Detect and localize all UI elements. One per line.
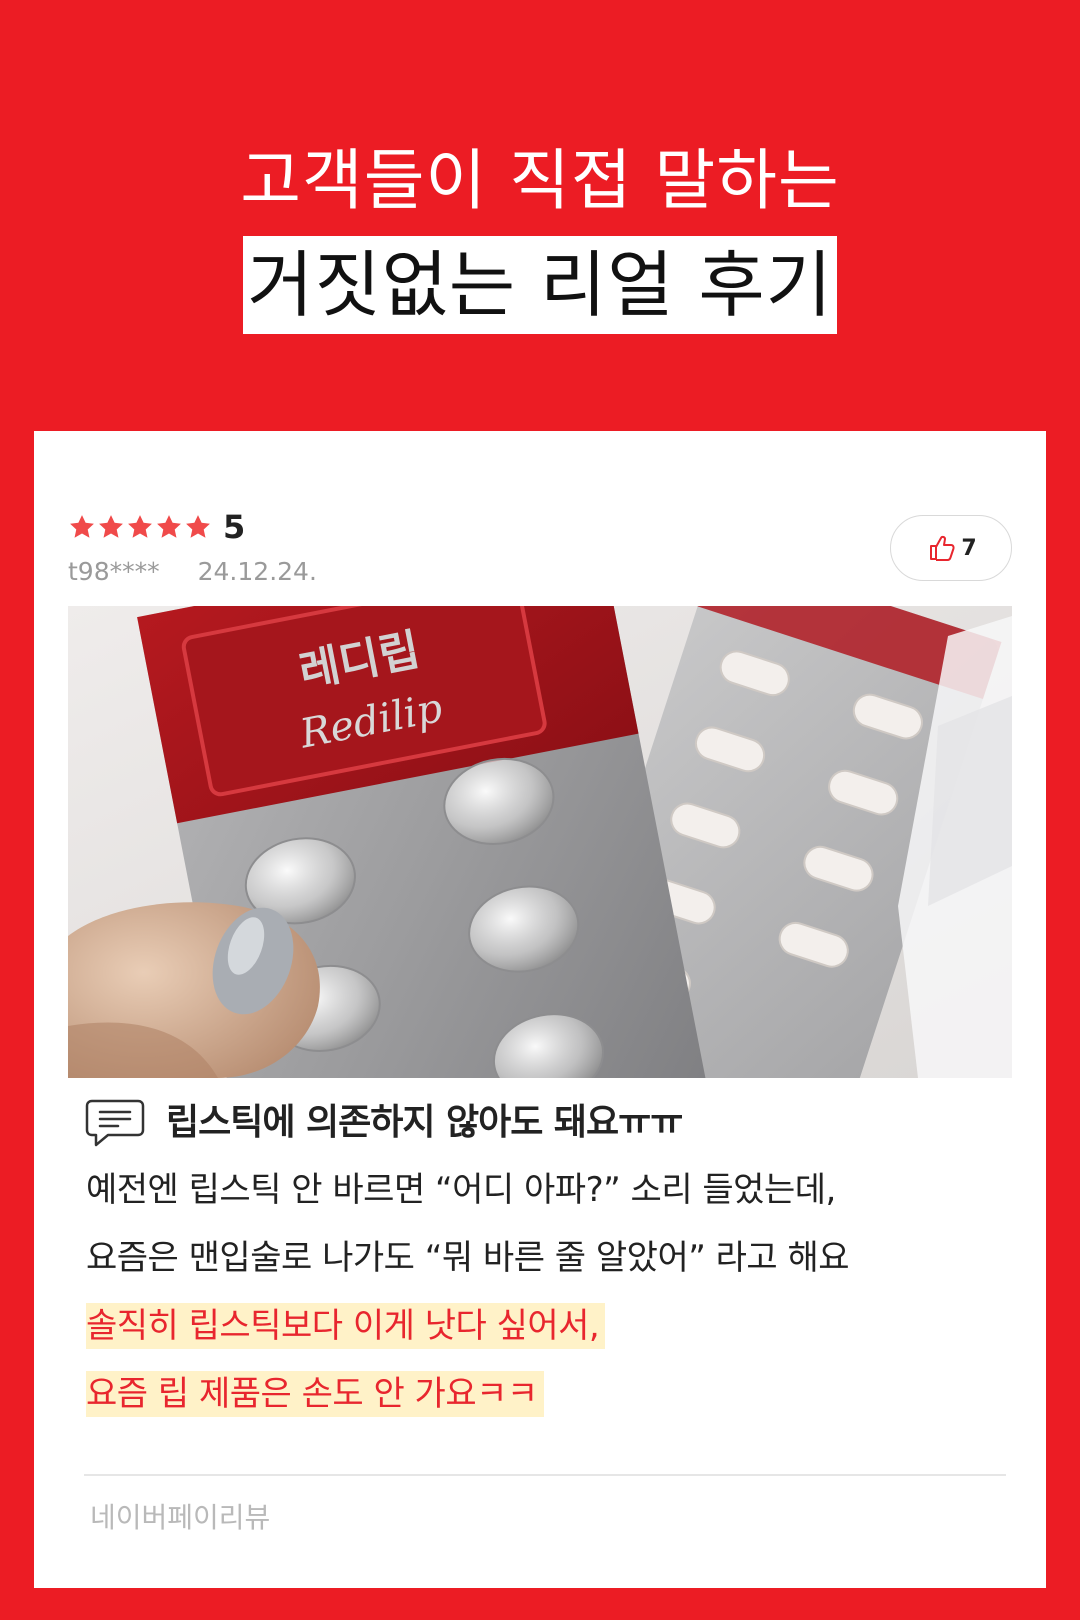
- thumbs-up-icon: [930, 535, 955, 561]
- review-title-row: 립스틱에 의존하지 않아도 돼요ㅠㅠ: [84, 1097, 683, 1149]
- star-icon: [128, 515, 152, 538]
- product-photo-illustration: 레디립 Redilip: [68, 606, 1012, 1078]
- star-icon: [157, 515, 181, 538]
- review-photo[interactable]: 레디립 Redilip: [68, 606, 1012, 1078]
- review-body-line: 요즘은 맨입술로 나가도 “뭐 바른 줄 알았어” 라고 해요: [86, 1238, 850, 1278]
- rating-row: 5: [68, 509, 245, 545]
- review-body-line: 예전엔 립스틱 안 바르면 “어디 아파?” 소리 들었는데,: [86, 1170, 836, 1210]
- like-count: 7: [961, 535, 977, 561]
- review-body: 예전엔 립스틱 안 바르면 “어디 아파?” 소리 들었는데, 요즘은 맨입술로…: [86, 1167, 986, 1439]
- review-highlight-line: 솔직히 립스틱보다 이게 낫다 싶어서,: [86, 1303, 606, 1349]
- review-meta: t98**** 24.12.24.: [68, 557, 317, 587]
- comment-icon: [85, 1099, 145, 1147]
- headline-line-2-wrap: 거짓없는 리얼 후기: [0, 236, 1080, 334]
- star-icon: [99, 515, 123, 538]
- review-source: 네이버페이리뷰: [90, 1501, 271, 1534]
- rating-value: 5: [223, 508, 246, 546]
- review-title: 립스틱에 의존하지 않아도 돼요ㅠㅠ: [166, 1102, 683, 1143]
- review-card: 5 t98**** 24.12.24. 7 레디립 Redilip 립스틱에 의…: [34, 431, 1046, 1588]
- star-icon: [70, 515, 94, 538]
- headline-line-2: 거짓없는 리얼 후기: [243, 236, 837, 334]
- review-highlight-line: 요즘 립 제품은 손도 안 가요ㅋㅋ: [86, 1371, 544, 1417]
- review-date: 24.12.24.: [197, 557, 317, 586]
- headline-line-1: 고객들이 직접 말하는: [240, 142, 840, 219]
- like-button[interactable]: 7: [890, 515, 1012, 581]
- reviewer-id: t98****: [68, 557, 160, 586]
- divider: [84, 1474, 1006, 1476]
- star-icon: [186, 515, 210, 538]
- star-rating: [68, 513, 213, 541]
